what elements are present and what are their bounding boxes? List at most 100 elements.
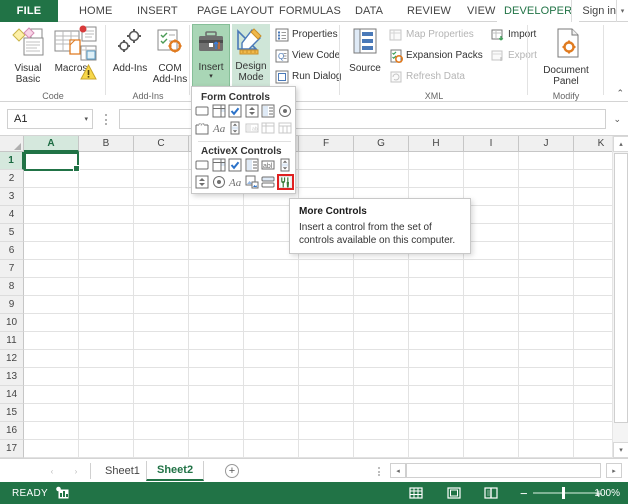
expansion-packs-button[interactable]: Expansion Packs	[388, 47, 483, 64]
cell-J5[interactable]	[519, 224, 574, 242]
cell-I13[interactable]	[464, 368, 519, 386]
cell-B12[interactable]	[79, 350, 134, 368]
row-header-10[interactable]: 10	[0, 314, 24, 332]
row-header-17[interactable]: 17	[0, 440, 24, 458]
cell-G15[interactable]	[354, 404, 409, 422]
cell-B1[interactable]	[79, 152, 134, 170]
row-header-2[interactable]: 2	[0, 170, 24, 188]
horizontal-scrollbar-grip[interactable]	[377, 467, 380, 476]
cell-E12[interactable]	[244, 350, 299, 368]
row-header-6[interactable]: 6	[0, 242, 24, 260]
column-header-b[interactable]: B	[79, 136, 134, 152]
tab-developer[interactable]: DEVELOPER	[497, 0, 580, 22]
cell-B17[interactable]	[79, 440, 134, 458]
zoom-out-button[interactable]: −	[520, 482, 528, 504]
tab-file[interactable]: FILE	[0, 0, 58, 22]
cell-C11[interactable]	[134, 332, 189, 350]
cell-H9[interactable]	[409, 296, 464, 314]
column-header-i[interactable]: I	[464, 136, 519, 152]
column-header-f[interactable]: F	[299, 136, 354, 152]
cell-F7[interactable]	[299, 260, 354, 278]
name-box-dropdown-icon[interactable]: ▾	[84, 115, 88, 123]
cell-I11[interactable]	[464, 332, 519, 350]
cell-F14[interactable]	[299, 386, 354, 404]
row-header-8[interactable]: 8	[0, 278, 24, 296]
cell-A8[interactable]	[24, 278, 79, 296]
cell-A7[interactable]	[24, 260, 79, 278]
row-header-16[interactable]: 16	[0, 422, 24, 440]
cell-J2[interactable]	[519, 170, 574, 188]
cell-D6[interactable]	[189, 242, 244, 260]
form-list-box-control[interactable]	[261, 104, 275, 117]
cell-F16[interactable]	[299, 422, 354, 440]
cell-H15[interactable]	[409, 404, 464, 422]
form-check-box-control[interactable]	[228, 104, 242, 117]
cell-F9[interactable]	[299, 296, 354, 314]
page-break-preview-button[interactable]	[484, 486, 498, 500]
row-header-13[interactable]: 13	[0, 368, 24, 386]
cell-G8[interactable]	[354, 278, 409, 296]
document-panel-button[interactable]: Document Panel	[536, 27, 596, 87]
activex-scroll-bar-control[interactable]	[278, 158, 292, 171]
cell-J1[interactable]	[519, 152, 574, 170]
activex-spin-button-control[interactable]	[195, 175, 209, 188]
tab-home[interactable]: HOME	[72, 0, 119, 22]
cell-G2[interactable]	[354, 170, 409, 188]
refresh-data-button[interactable]: Refresh Data	[388, 68, 465, 85]
cell-I9[interactable]	[464, 296, 519, 314]
cell-B7[interactable]	[79, 260, 134, 278]
cell-E16[interactable]	[244, 422, 299, 440]
page-layout-view-button[interactable]	[447, 486, 461, 500]
cell-F15[interactable]	[299, 404, 354, 422]
cell-J8[interactable]	[519, 278, 574, 296]
cell-D14[interactable]	[189, 386, 244, 404]
cell-B4[interactable]	[79, 206, 134, 224]
row-header-5[interactable]: 5	[0, 224, 24, 242]
ribbon-options-arrow-icon[interactable]: ▾	[616, 0, 628, 22]
horizontal-scrollbar-thumb[interactable]	[406, 463, 601, 478]
activex-text-box-control[interactable]: abl	[261, 158, 275, 171]
cell-A12[interactable]	[24, 350, 79, 368]
row-header-15[interactable]: 15	[0, 404, 24, 422]
tab-page-layout[interactable]: PAGE LAYOUT	[190, 0, 281, 22]
normal-view-button[interactable]	[409, 486, 423, 500]
cell-J7[interactable]	[519, 260, 574, 278]
cell-I2[interactable]	[464, 170, 519, 188]
sheet-tab-sheet1[interactable]: Sheet1	[95, 461, 150, 481]
source-button[interactable]: Source	[344, 27, 386, 74]
vertical-scrollbar[interactable]: ▴ ▾	[612, 136, 628, 458]
cell-I17[interactable]	[464, 440, 519, 458]
cell-E10[interactable]	[244, 314, 299, 332]
cell-A11[interactable]	[24, 332, 79, 350]
cell-A10[interactable]	[24, 314, 79, 332]
row-header-4[interactable]: 4	[0, 206, 24, 224]
cell-D9[interactable]	[189, 296, 244, 314]
cell-C8[interactable]	[134, 278, 189, 296]
cell-F10[interactable]	[299, 314, 354, 332]
cell-C5[interactable]	[134, 224, 189, 242]
next-sheet-button[interactable]: ›	[68, 464, 84, 478]
row-header-12[interactable]: 12	[0, 350, 24, 368]
cell-F1[interactable]	[299, 152, 354, 170]
cell-A5[interactable]	[24, 224, 79, 242]
cell-I14[interactable]	[464, 386, 519, 404]
activex-label-control[interactable]: Aa	[228, 175, 242, 189]
cell-B8[interactable]	[79, 278, 134, 296]
scroll-down-button[interactable]: ▾	[613, 442, 628, 458]
select-all-button[interactable]	[0, 136, 24, 152]
cell-C12[interactable]	[134, 350, 189, 368]
cell-D8[interactable]	[189, 278, 244, 296]
zoom-slider-thumb[interactable]	[562, 487, 565, 499]
cell-G17[interactable]	[354, 440, 409, 458]
cell-I15[interactable]	[464, 404, 519, 422]
cell-I4[interactable]	[464, 206, 519, 224]
cell-J16[interactable]	[519, 422, 574, 440]
cell-E11[interactable]	[244, 332, 299, 350]
cell-G11[interactable]	[354, 332, 409, 350]
tab-insert[interactable]: INSERT	[130, 0, 185, 22]
tab-formulas[interactable]: FORMULAS	[272, 0, 348, 22]
com-add-ins-button[interactable]: COM Add-Ins	[150, 27, 190, 85]
sheet-tab-sheet2[interactable]: Sheet2	[146, 461, 205, 481]
cell-J13[interactable]	[519, 368, 574, 386]
cell-D4[interactable]	[189, 206, 244, 224]
